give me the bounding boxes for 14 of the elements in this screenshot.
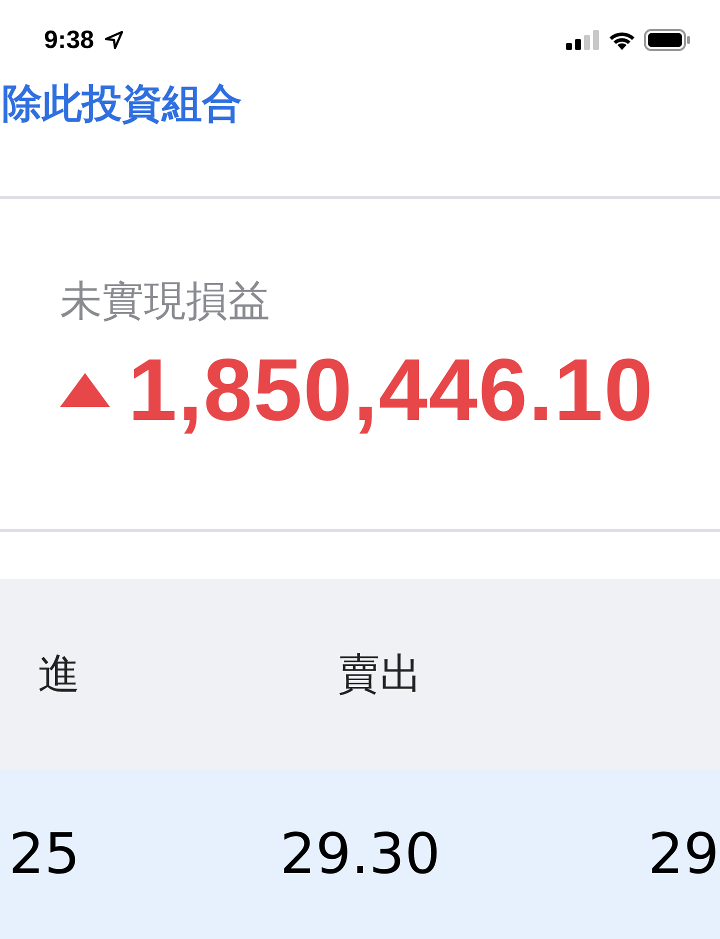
status-time: 9:38 [44,26,94,54]
battery-icon [644,29,690,51]
location-arrow-icon [104,30,124,50]
table-cell-text: 29.30 [279,822,442,886]
column-header: 進 [37,648,80,700]
table-row[interactable]: 25 29.30 29 [0,769,720,939]
delete-portfolio-link[interactable]: 除此投資組合 [2,80,242,128]
column-header: 賣出 [337,648,423,700]
unrealized-pl-label: 未實現損益 [60,275,271,327]
wifi-icon [608,30,636,50]
table-cell: 29 [648,822,720,886]
unrealized-pl-value: 1,850,446.10 [128,339,654,441]
table-cell-text: 25 [8,822,80,886]
signal-icon [566,30,600,50]
